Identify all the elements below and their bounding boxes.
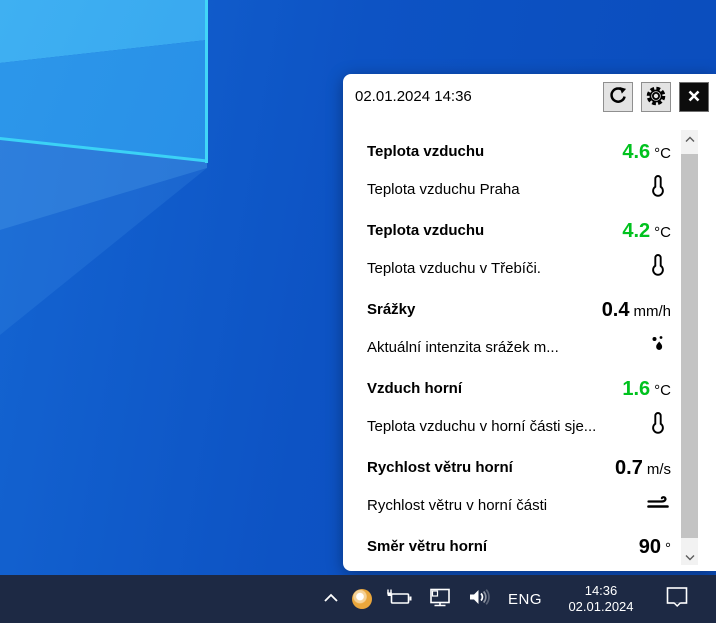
- wallpaper-edge-vertical: [205, 0, 208, 163]
- sensor-subtitle: Rychlost větru v horní části: [367, 496, 547, 515]
- panel-header-buttons: [603, 82, 709, 112]
- sensor-value-unit: m/s: [647, 461, 671, 478]
- raindrops-icon: [645, 330, 671, 358]
- sensor-value-number: 90: [639, 536, 661, 558]
- volume-status[interactable]: [466, 575, 493, 623]
- action-center-icon: [664, 584, 690, 614]
- sensor-value-number: 4.2: [622, 220, 650, 242]
- sensor-row-smer-vetru: Směr větru horní 90°: [367, 525, 671, 571]
- panel-scrollbar[interactable]: [681, 130, 698, 565]
- sensor-title: Srážky: [367, 300, 415, 319]
- panel-datetime: 02.01.2024 14:36: [355, 88, 472, 105]
- taskbar-time: 14:36: [568, 583, 633, 599]
- sensor-value-unit: °C: [654, 145, 671, 162]
- sensor-value: 0.7m/s: [615, 457, 671, 480]
- scrollbar-up-arrow[interactable]: [681, 130, 698, 147]
- battery-icon: [385, 586, 413, 613]
- refresh-button[interactable]: [603, 82, 633, 112]
- tray-show-hidden-icons[interactable]: [323, 575, 339, 623]
- scrollbar-thumb[interactable]: [681, 154, 698, 538]
- sensor-subtitle: Aktuální intenzita srážek m...: [367, 338, 559, 357]
- sensor-value-unit: °: [665, 540, 671, 557]
- sensor-subtitle: Teplota vzduchu v Třebíči.: [367, 259, 541, 278]
- sensor-value: 0.4mm/h: [602, 299, 671, 322]
- sensor-row-teplota-praha: Teplota vzduchu 4.6°C Teplota vzduchu Pr…: [367, 130, 671, 209]
- chevron-up-icon: [323, 590, 339, 608]
- taskbar-date: 02.01.2024: [568, 599, 633, 615]
- sensor-value: 4.2°C: [622, 220, 671, 243]
- network-icon: [426, 585, 453, 613]
- sensor-value-number: 4.6: [622, 141, 650, 163]
- sensor-value-unit: mm/h: [634, 303, 672, 320]
- sensor-row-vzduch-horni: Vzduch horní 1.6°C Teplota vzduchu v hor…: [367, 367, 671, 446]
- sensor-row-srazky: Srážky 0.4mm/h Aktuální intenzita srážek…: [367, 288, 671, 367]
- network-status[interactable]: [426, 575, 453, 623]
- close-button[interactable]: [679, 82, 709, 112]
- sensor-row-rychlost-vetru: Rychlost větru horní 0.7m/s Rychlost vět…: [367, 446, 671, 525]
- taskbar-clock[interactable]: 14:36 02.01.2024: [563, 575, 639, 623]
- refresh-icon: [607, 85, 629, 110]
- thermometer-icon: [645, 251, 671, 279]
- weather-widget-panel: 02.01.2024 14:36: [343, 74, 716, 571]
- sensor-subtitle: Teplota vzduchu Praha: [367, 180, 520, 199]
- sensor-subtitle: Teplota vzduchu v horní části sje...: [367, 417, 596, 436]
- chevron-up-icon: [685, 130, 695, 148]
- tray-app-button[interactable]: [352, 575, 372, 623]
- sensor-title: Vzduch horní: [367, 379, 462, 398]
- wind-icon: [645, 488, 671, 516]
- sensor-value-number: 0.7: [615, 457, 643, 479]
- sensor-row-teplota-trebic: Teplota vzduchu 4.2°C Teplota vzduchu v …: [367, 209, 671, 288]
- sensor-value-number: 0.4: [602, 299, 630, 321]
- sensor-title: Teplota vzduchu: [367, 221, 484, 240]
- thermometer-icon: [645, 172, 671, 200]
- sensor-value: 4.6°C: [622, 141, 671, 164]
- sensor-title: Rychlost větru horní: [367, 458, 513, 477]
- chevron-down-icon: [685, 548, 695, 566]
- sensor-title: Směr větru horní: [367, 537, 487, 556]
- close-icon: [687, 89, 701, 106]
- tray-app-icon: [352, 589, 372, 609]
- sensor-list: Teplota vzduchu 4.6°C Teplota vzduchu Pr…: [367, 130, 671, 571]
- sensor-value-unit: °C: [654, 382, 671, 399]
- language-indicator[interactable]: ENG: [508, 575, 542, 623]
- volume-icon: [466, 586, 493, 613]
- settings-button[interactable]: [641, 82, 671, 112]
- taskbar: ENG 14:36 02.01.2024: [0, 575, 716, 623]
- screen: 02.01.2024 14:36: [0, 0, 716, 623]
- gear-icon: [644, 84, 668, 111]
- sensor-value-number: 1.6: [622, 378, 650, 400]
- scrollbar-down-arrow[interactable]: [681, 548, 698, 565]
- thermometer-icon: [645, 409, 671, 437]
- action-center-button[interactable]: [664, 575, 690, 623]
- sensor-title: Teplota vzduchu: [367, 142, 484, 161]
- sensor-value: 90°: [639, 536, 671, 559]
- battery-status[interactable]: [385, 575, 413, 623]
- sensor-value-unit: °C: [654, 224, 671, 241]
- sensor-value: 1.6°C: [622, 378, 671, 401]
